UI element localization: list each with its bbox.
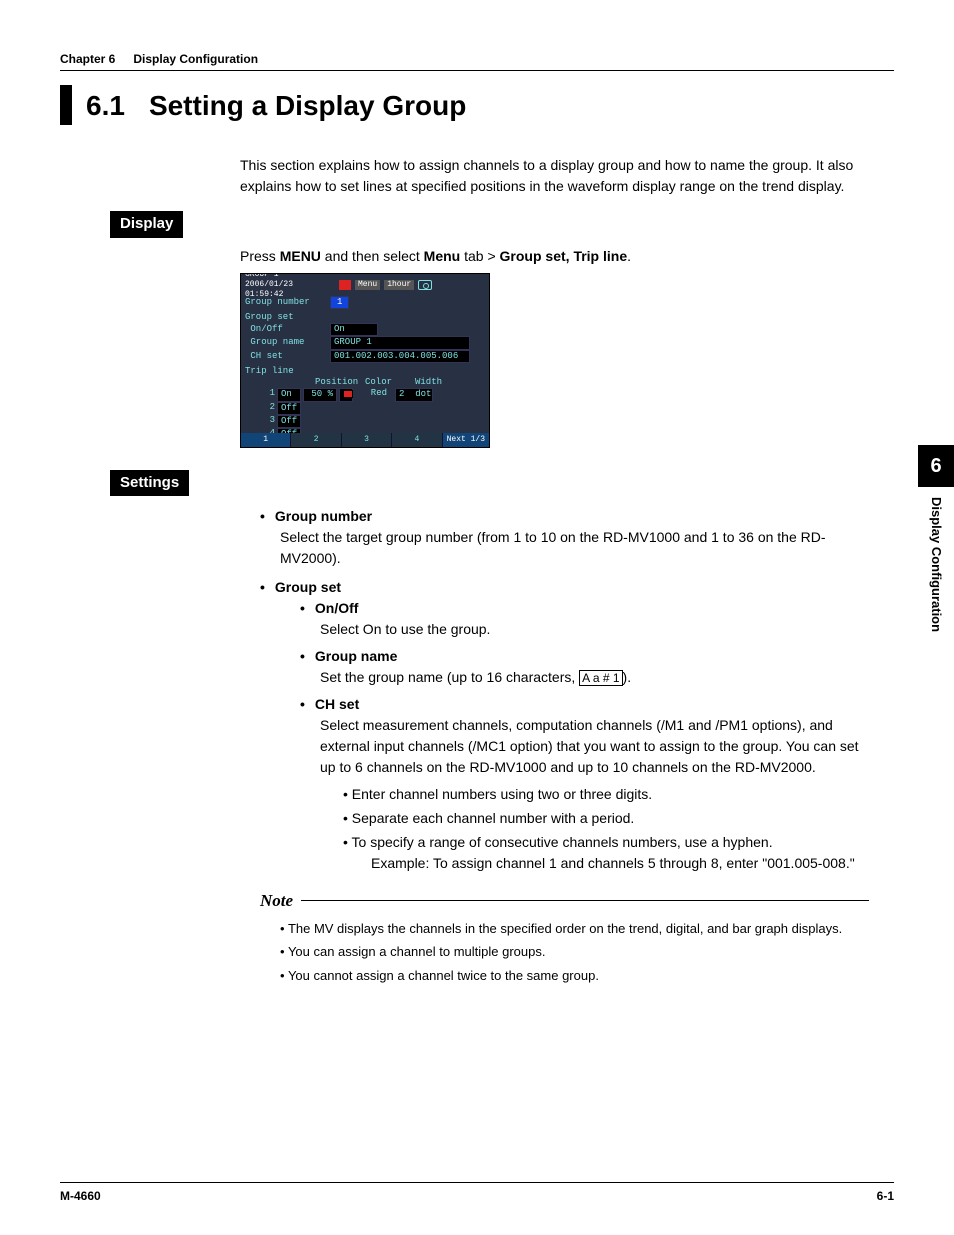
group-set-title: Group set xyxy=(275,577,341,598)
group-name-title: Group name xyxy=(315,646,397,667)
settings-heading: Settings xyxy=(110,470,189,497)
group-number-title: Group number xyxy=(275,506,372,527)
settings-content: •Group number Select the target group nu… xyxy=(260,506,869,874)
camera-icon xyxy=(418,280,432,290)
title-bar xyxy=(60,85,72,125)
note-header: Note xyxy=(260,888,869,914)
note-label: Note xyxy=(260,888,293,914)
alarm-icon xyxy=(339,280,351,290)
page-footer: M-4660 6-1 xyxy=(60,1182,894,1205)
side-tab: 6 Display Configuration xyxy=(918,445,954,632)
tab-4[interactable]: 4 xyxy=(392,433,442,447)
note-list: The MV displays the channels in the spec… xyxy=(280,920,869,987)
ch-set-li3: To specify a range of consecutive channe… xyxy=(355,832,869,874)
chapter-subtitle: Display Configuration xyxy=(133,50,258,68)
menu-button[interactable]: Menu xyxy=(355,280,380,290)
note-2: You can assign a channel to multiple gro… xyxy=(280,943,869,962)
onoff-title: On/Off xyxy=(315,598,359,619)
tab-1[interactable]: 1 xyxy=(241,433,291,447)
ch-set-title: CH set xyxy=(315,694,359,715)
ch-set-li1: Enter channel numbers using two or three… xyxy=(355,784,869,805)
chapter-label: Chapter 6 xyxy=(60,50,115,68)
intro-paragraph: This section explains how to assign chan… xyxy=(240,155,869,197)
ch-set-li2: Separate each channel number with a peri… xyxy=(355,808,869,829)
display-heading: Display xyxy=(110,211,183,238)
section-title-row: 6.1 Setting a Display Group xyxy=(60,85,894,127)
note-1: The MV displays the channels in the spec… xyxy=(280,920,869,939)
device-screenshot: GROUP 1 2006/01/23 01:59:42 Menu 1hour G… xyxy=(240,273,490,448)
group-name-desc: Set the group name (up to 16 characters,… xyxy=(320,667,869,688)
group-number-desc: Select the target group number (from 1 t… xyxy=(280,527,869,569)
tab-2[interactable]: 2 xyxy=(291,433,341,447)
note-3: You cannot assign a channel twice to the… xyxy=(280,967,869,986)
side-chapter-title: Display Configuration xyxy=(926,497,946,632)
hour-indicator: 1hour xyxy=(384,280,414,290)
input-mode-key: A a # 1 xyxy=(579,670,622,686)
ch-set-field[interactable]: 001.002.003.004.005.006 xyxy=(330,350,470,363)
group-name-field[interactable]: GROUP 1 xyxy=(330,336,470,349)
section-number: 6.1 xyxy=(86,85,125,127)
footer-left: M-4660 xyxy=(60,1187,101,1205)
footer-right: 6-1 xyxy=(877,1187,894,1205)
onoff-desc: Select On to use the group. xyxy=(320,619,869,640)
next-button[interactable]: Next 1/3 xyxy=(443,433,489,447)
section-title: Setting a Display Group xyxy=(149,85,466,127)
onoff-field[interactable]: On xyxy=(330,323,378,336)
side-chapter-number: 6 xyxy=(918,445,954,487)
group-number-field[interactable]: 1 xyxy=(330,296,349,309)
press-instruction: Press MENU and then select Menu tab > Gr… xyxy=(240,246,894,267)
note-rule xyxy=(301,900,869,901)
tab-3[interactable]: 3 xyxy=(342,433,392,447)
page-header: Chapter 6 Display Configuration xyxy=(60,50,894,71)
ch-set-desc: Select measurement channels, computation… xyxy=(320,715,869,778)
